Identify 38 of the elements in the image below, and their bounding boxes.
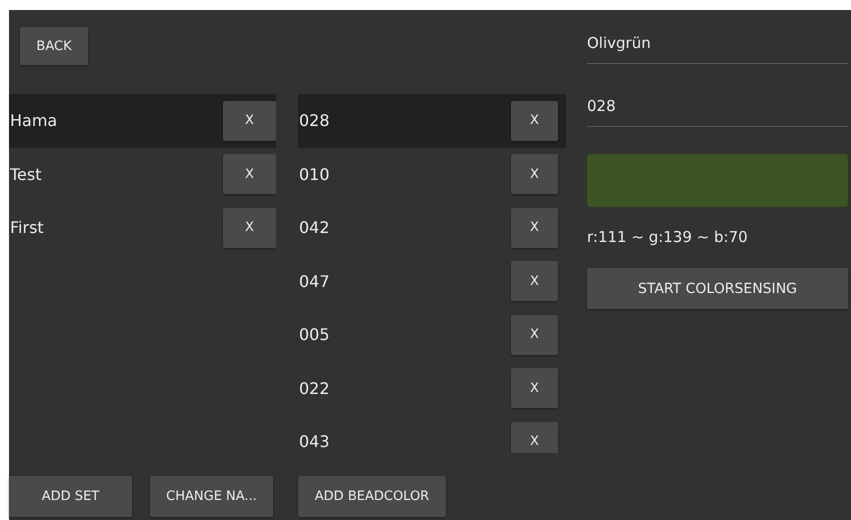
delete-button[interactable]: X [511,100,558,141]
set-action-button[interactable]: CHANGE NA... [150,476,273,517]
delete-button[interactable]: X [511,208,558,248]
set-item[interactable]: Test X [9,148,276,201]
back-button[interactable]: BACK [20,27,88,65]
delete-button[interactable]: X [511,154,558,194]
text-field[interactable]: 028 [587,93,848,127]
beadcolor-number: 005 [298,325,330,344]
beadcolor-item[interactable]: 043 X [298,415,566,453]
beadcolor-number: 010 [298,164,330,184]
text-field[interactable]: Olivgrün [587,30,848,64]
beadcolor-number: 022 [298,378,330,398]
set-item[interactable]: First X [9,201,276,254]
delete-button[interactable]: X [511,422,558,453]
delete-button[interactable]: X [223,100,276,141]
set-item[interactable]: Hama X [9,94,276,148]
beadcolor-number: 028 [298,111,330,130]
beadcolor-item[interactable]: 042 X [298,201,566,254]
beadcolor-item[interactable]: 022 X [298,362,566,415]
beadcolor-number: 043 [298,432,330,452]
set-name: First [9,218,44,238]
delete-button[interactable]: X [511,314,558,355]
rgb-values: r:111 ~ g:139 ~ b:70 [587,227,749,247]
beadcolor-number: 047 [298,272,330,291]
set-name: Test [9,164,42,184]
set-name: Hama [9,111,58,130]
delete-button[interactable]: X [223,208,276,248]
beadcolor-item[interactable]: 028 X [298,94,566,148]
beadcolor-item[interactable]: 047 X [298,254,566,308]
delete-button[interactable]: X [511,368,558,408]
beadcolor-number: 042 [298,218,330,238]
start-colorsensing-button[interactable]: START COLORSENSING [587,268,848,309]
add-beadcolor-button[interactable]: ADD BEADCOLOR [298,476,446,517]
delete-button[interactable]: X [223,154,276,194]
beadcolor-item[interactable]: 005 X [298,308,566,362]
delete-button[interactable]: X [511,261,558,302]
beadcolor-item[interactable]: 010 X [298,148,566,201]
set-action-button[interactable]: ADD SET [9,476,132,517]
